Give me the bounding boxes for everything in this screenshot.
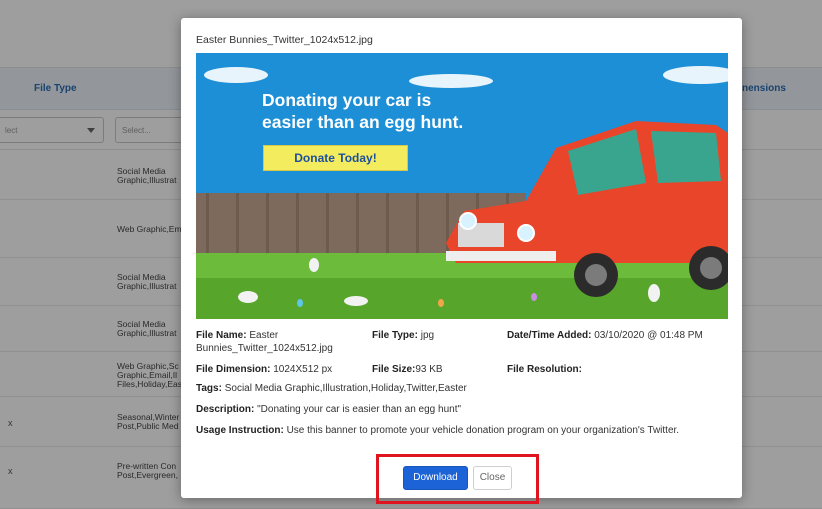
file-dimension-label: File Dimension: [196, 364, 271, 375]
download-button[interactable]: Download [403, 466, 468, 490]
usage-instruction-value: Use this banner to promote your vehicle … [286, 425, 680, 436]
modal-title: Easter Bunnies_Twitter_1024x512.jpg [196, 34, 373, 46]
file-preview-modal: Easter Bunnies_Twitter_1024x512.jpg Dona… [181, 18, 742, 504]
usage-instruction-label: Usage Instruction: [196, 425, 284, 436]
file-size-field: File Size:93 KB [372, 363, 443, 376]
description-label: Description: [196, 404, 255, 415]
usage-instruction-field: Usage Instruction: Use this banner to pr… [196, 424, 679, 437]
file-resolution-field: File Resolution: [507, 363, 582, 376]
banner-donate-cta: Donate Today! [263, 145, 408, 171]
date-added-label: Date/Time Added: [507, 330, 592, 341]
file-type-label: File Type: [372, 330, 418, 341]
file-name-label: File Name: [196, 330, 247, 341]
description-field: Description: "Donating your car is easie… [196, 403, 461, 416]
banner-headline: Donating your car is easier than an egg … [262, 90, 464, 132]
file-type-field: File Type: jpg [372, 329, 434, 342]
file-type-value: jpg [420, 330, 435, 341]
tags-value: Social Media Graphic,Illustration,Holida… [224, 383, 467, 394]
file-name-field: File Name: Easter Bunnies_Twitter_1024x5… [196, 329, 366, 355]
preview-image: Donating your car is easier than an egg … [196, 53, 728, 319]
file-size-label: File Size: [372, 364, 416, 375]
close-button[interactable]: Close [473, 466, 512, 490]
file-size-value: 93 KB [415, 364, 443, 375]
file-resolution-label: File Resolution: [507, 364, 582, 375]
date-added-value: 03/10/2020 @ 01:48 PM [594, 330, 703, 341]
description-value: "Donating your car is easier than an egg… [257, 404, 462, 415]
tags-label: Tags: [196, 383, 222, 394]
date-added-field: Date/Time Added: 03/10/2020 @ 01:48 PM [507, 329, 703, 342]
file-dimension-field: File Dimension: 1024X512 px [196, 363, 332, 376]
tags-field: Tags: Social Media Graphic,Illustration,… [196, 382, 467, 395]
file-dimension-value: 1024X512 px [273, 364, 333, 375]
